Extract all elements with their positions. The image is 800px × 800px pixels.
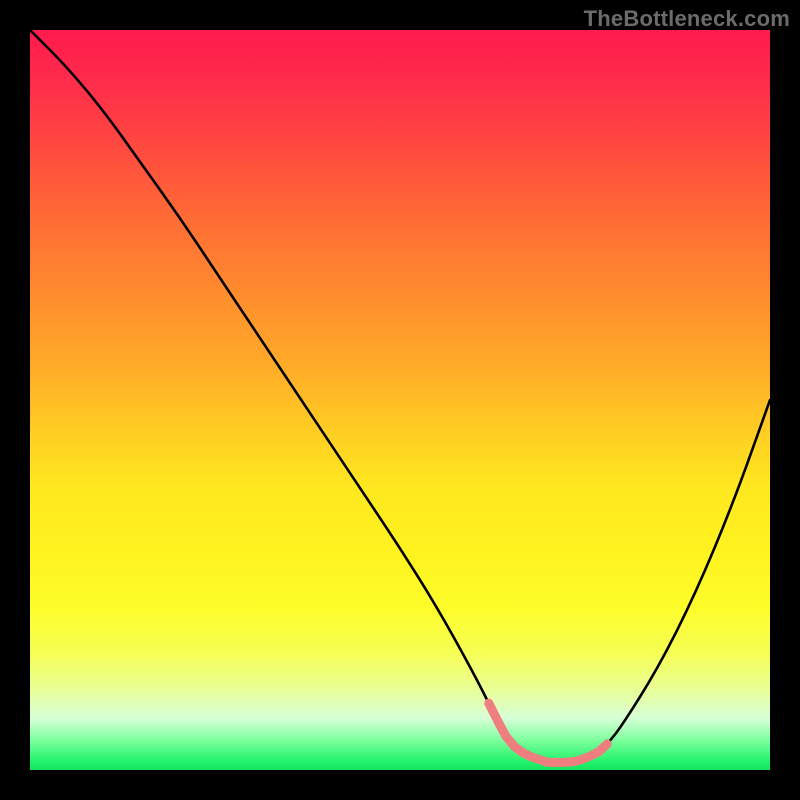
plot-area <box>30 30 770 770</box>
minimum-marker-band <box>489 703 607 762</box>
watermark-label: TheBottleneck.com <box>584 6 790 32</box>
bottleneck-curve <box>30 30 770 763</box>
curve-layer <box>30 30 770 770</box>
chart-frame: TheBottleneck.com <box>0 0 800 800</box>
